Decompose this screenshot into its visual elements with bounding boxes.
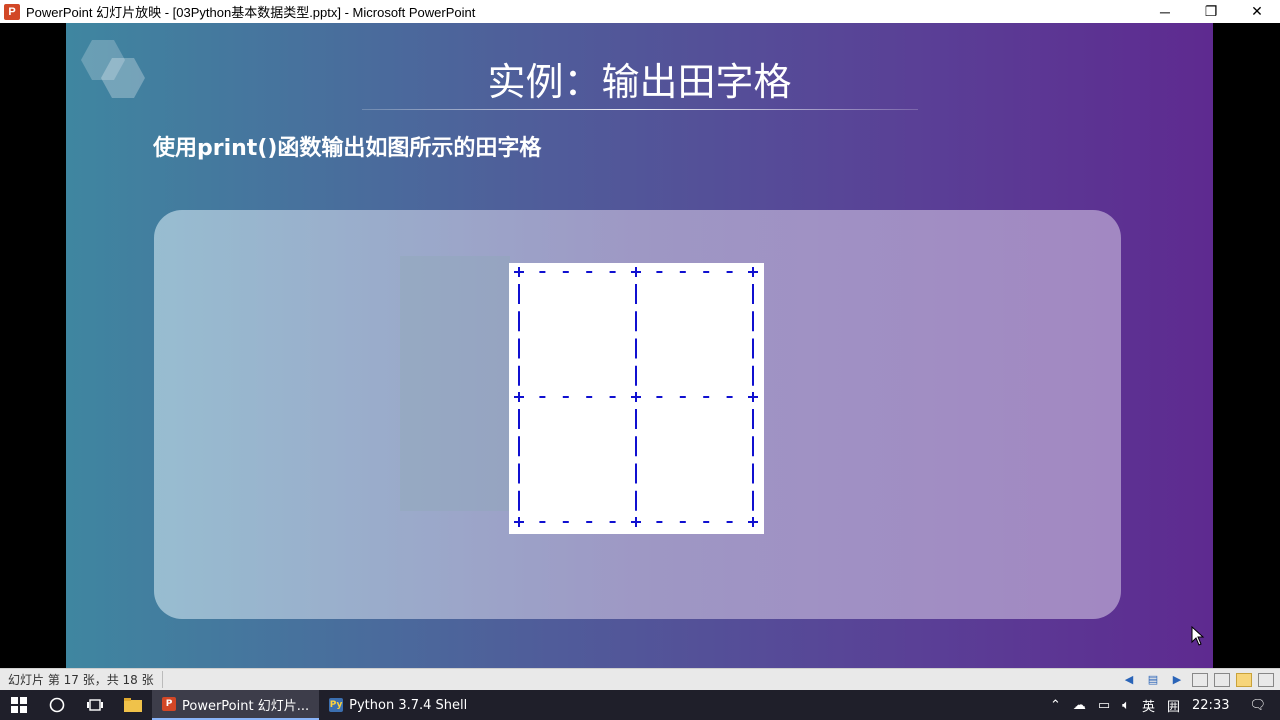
taskbar-app-label: PowerPoint 幻灯片... [182,698,310,714]
grid-plus-mark [514,392,524,402]
ime-indicator[interactable]: 英 [1136,696,1161,715]
network-icon[interactable]: ▭ [1092,698,1116,713]
slide-sorter-view-icon[interactable] [1214,672,1230,687]
window-controls: ─ ❐ ✕ [1142,0,1280,23]
grid-plus-mark [631,517,641,527]
onedrive-cloud-icon[interactable]: ☁ [1067,698,1092,713]
taskbar-app-python-shell[interactable]: Py Python 3.7.4 Shell [319,690,477,720]
powerpoint-icon: P [162,697,176,711]
statusbar-controls: ◀ ▤ ▶ [1120,669,1274,690]
clock[interactable]: 22:33 [1186,698,1235,713]
taskbar-app-label: Python 3.7.4 Shell [349,697,468,713]
slide-subtitle: 使用print()函数输出如图所示的田字格 [153,136,542,161]
normal-view-icon[interactable] [1192,672,1208,687]
window-title: PowerPoint 幻灯片放映 - [03Python基本数据类型.pptx]… [26,5,476,20]
maximize-button[interactable]: ❐ [1188,0,1234,23]
file-explorer-icon[interactable] [114,690,152,720]
cortana-search-icon[interactable] [38,690,76,720]
chevron-up-icon[interactable]: ⌃ [1044,698,1067,713]
shadow-rectangle [400,256,510,511]
slideshow-view-icon[interactable] [1258,672,1274,687]
previous-slide-icon[interactable]: ◀ [1120,672,1138,688]
slideshow-area[interactable]: 实例：输出田字格 使用print()函数输出如图所示的田字格 [0,23,1280,668]
system-tray: ⌃ ☁ ▭ 🔈︎ 英 囲 22:33 🗨︎ [1044,690,1280,720]
ime-mode-icon[interactable]: 囲 [1161,696,1186,715]
grid-plus-mark [748,517,758,527]
windows-start-icon[interactable] [0,690,38,720]
taskbar-app-powerpoint[interactable]: P PowerPoint 幻灯片... [152,690,320,720]
grid-plus-mark [748,267,758,277]
volume-icon[interactable]: 🔈︎ [1116,698,1136,713]
mouse-cursor-icon [1191,626,1205,646]
tianzige-grid [514,267,758,527]
powerpoint-icon[interactable]: P [4,3,20,20]
minimize-button[interactable]: ─ [1142,0,1188,23]
grid-plus-mark [514,517,524,527]
grid-plus-mark [514,267,524,277]
tianzige-output-image [509,263,764,534]
grid-plus-mark [631,267,641,277]
window-titlebar: P PowerPoint 幻灯片放映 - [03Python基本数据类型.ppt… [0,0,1280,23]
reading-view-icon[interactable] [1236,672,1252,687]
slide[interactable]: 实例：输出田字格 使用print()函数输出如图所示的田字格 [66,23,1213,668]
notification-icon[interactable]: 🗨︎ [1235,698,1280,713]
next-slide-icon[interactable]: ▶ [1168,672,1186,688]
grid-plus-mark [631,392,641,402]
task-view-icon[interactable] [76,690,114,720]
slide-menu-icon[interactable]: ▤ [1144,672,1162,688]
content-panel [154,210,1121,619]
title-underline [362,109,918,110]
python-icon: Py [329,698,344,712]
slide-title: 实例：输出田字格 [487,60,792,104]
statusbar: 幻灯片 第 17 张，共 18 张 ◀ ▤ ▶ [0,668,1280,690]
close-button[interactable]: ✕ [1234,0,1280,23]
slide-counter: 幻灯片 第 17 张，共 18 张 [8,671,163,688]
grid-plus-mark [748,392,758,402]
taskbar: P PowerPoint 幻灯片... Py Python 3.7.4 Shel… [0,690,1280,720]
